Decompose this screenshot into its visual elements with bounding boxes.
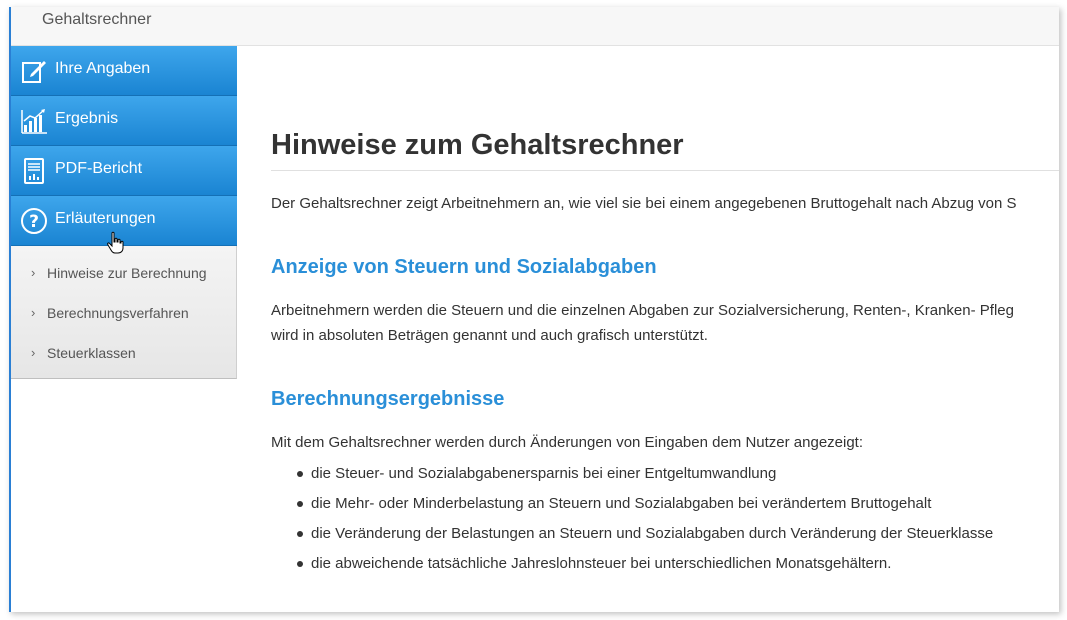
top-bar: Gehaltsrechner [11,7,1059,46]
subnav-item-steuerklassen[interactable]: › Steuerklassen [11,332,236,372]
section-heading-ergebnisse: Berechnungsergebnisse [271,388,505,410]
sidebar: Ihre Angaben Ergebnis PDF-Bericht ? Erlä… [11,46,237,379]
app-window: Gehaltsrechner Ihre Angaben Ergebnis PDF… [9,7,1059,612]
main-content: Hinweise zum Gehaltsrechner Der Gehaltsr… [271,46,1059,612]
chevron-right-icon: › [31,345,36,360]
section-heading-steuern: Anzeige von Steuern und Sozialabgaben [271,256,657,278]
result-list: die Steuer- und Sozialabgabenersparnis b… [271,463,993,583]
list-item: die Veränderung der Belastungen an Steue… [271,523,993,553]
page-title: Hinweise zum Gehaltsrechner [271,129,1059,171]
edit-form-icon [22,61,46,83]
list-item: die Steuer- und Sozialabgabenersparnis b… [271,463,993,493]
bar-chart-icon [21,109,47,134]
sidebar-item-pdf-bericht[interactable]: PDF-Bericht [11,146,237,196]
sub-navigation: › Hinweise zur Berechnung › Berechnungsv… [11,246,237,379]
sidebar-item-label: Ergebnis [55,110,119,127]
chevron-right-icon: › [31,305,36,320]
sidebar-item-erlaeuterungen[interactable]: ? Erläuterungen [11,196,237,254]
sidebar-item-label: Ihre Angaben [55,60,151,77]
subnav-item-berechnungsverfahren[interactable]: › Berechnungsverfahren [11,292,236,332]
subnav-item-label: Steuerklassen [47,345,136,361]
section-text-line: Arbeitnehmern werden die Steuern und die… [271,302,1014,319]
sidebar-item-label: PDF-Bericht [55,160,143,177]
app-title: Gehaltsrechner [42,11,152,28]
section-text-line: wird in absoluten Beträgen genannt und a… [271,327,708,344]
intro-paragraph: Der Gehaltsrechner zeigt Arbeitnehmern a… [271,195,1017,212]
list-item: die Mehr- oder Minderbelastung an Steuer… [271,493,993,523]
sidebar-item-ihre-angaben[interactable]: Ihre Angaben [11,46,237,96]
sidebar-item-label: Erläuterungen [55,210,156,227]
sidebar-item-ergebnis[interactable]: Ergebnis [11,96,237,146]
question-icon: ? [21,208,47,234]
subnav-item-label: Berechnungsverfahren [47,305,189,321]
subnav-item-label: Hinweise zur Berechnung [47,265,207,281]
chevron-right-icon: › [31,265,36,280]
report-document-icon [24,158,44,184]
svg-text:?: ? [29,212,39,232]
list-item: die abweichende tatsächliche Jahreslohns… [271,553,993,583]
section-intro: Mit dem Gehaltsrechner werden durch Ände… [271,434,864,451]
subnav-item-hinweise[interactable]: › Hinweise zur Berechnung [11,252,236,292]
